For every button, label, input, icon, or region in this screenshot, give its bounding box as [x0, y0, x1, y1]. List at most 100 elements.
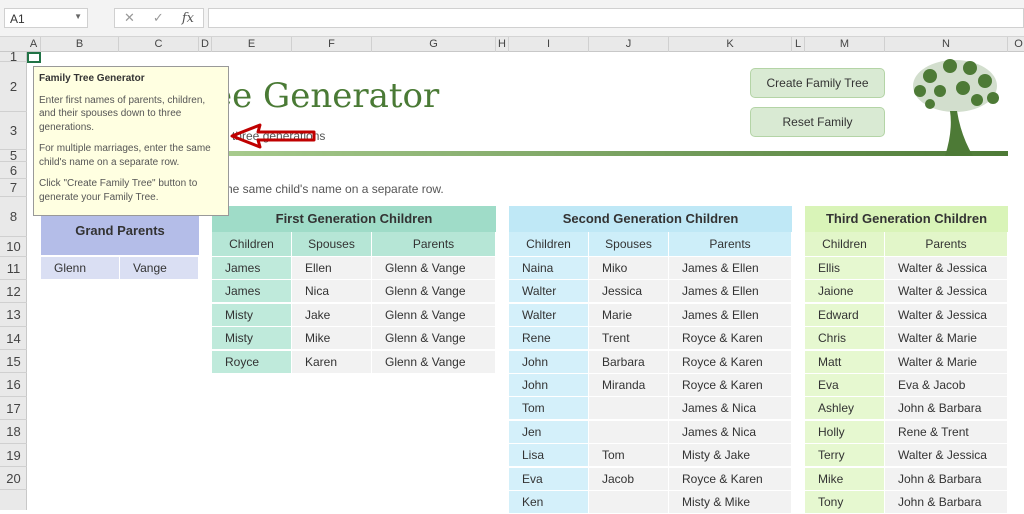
gen1-cell: James: [212, 257, 292, 280]
column-header-C[interactable]: C: [119, 37, 199, 52]
gen1-title: First Generation Children: [212, 206, 496, 232]
reset-family-button[interactable]: Reset Family: [750, 107, 885, 137]
gen3-cell: Walter & Jessica: [885, 257, 1008, 280]
gen3-cell: Ashley: [805, 397, 885, 421]
column-header-K[interactable]: K: [669, 37, 792, 52]
gen3-column-header: Children: [805, 232, 885, 256]
gen1-column-header: Spouses: [292, 232, 372, 256]
gen2-cell: Royce & Karen: [669, 327, 792, 351]
chevron-down-icon[interactable]: ▼: [74, 12, 82, 21]
row-header-8[interactable]: 8: [0, 197, 27, 237]
row-header-1[interactable]: 1: [0, 50, 27, 63]
gen3-cell: Jaione: [805, 280, 885, 304]
gen3-cell: Walter & Jessica: [885, 444, 1008, 468]
gen2-cell: Naina: [509, 257, 589, 280]
row-headers: 1 2 3 5 6 7 8 10 11 12 13 14 15 16 17 18 19 20: [0, 50, 27, 510]
gen1-cell: Mike: [292, 327, 372, 351]
column-header-E[interactable]: E: [212, 37, 292, 52]
gen2-cell: Jacob: [589, 467, 669, 491]
column-header-F[interactable]: F: [292, 37, 372, 52]
column-header-D[interactable]: D: [199, 37, 212, 52]
column-header-H[interactable]: H: [496, 37, 509, 52]
gen2-cell: James & Ellen: [669, 303, 792, 327]
create-family-tree-button[interactable]: Create Family Tree: [750, 68, 885, 98]
gen3-cell: Ellis: [805, 257, 885, 280]
gen1-cell: Glenn & Vange: [372, 303, 496, 327]
gen3-cell: Eva & Jacob: [885, 374, 1008, 397]
cancel-icon[interactable]: ✕: [124, 10, 135, 26]
gen1-column-header: Children: [212, 232, 292, 256]
formula-input[interactable]: [208, 8, 1024, 28]
row-header-16[interactable]: 16: [0, 373, 27, 397]
gen2-cell: Royce & Karen: [669, 350, 792, 374]
row-header-11[interactable]: 11: [0, 257, 27, 280]
row-header-10[interactable]: 10: [0, 237, 27, 257]
gen1-cell: Misty: [212, 327, 292, 351]
gen2-cell: Walter: [509, 303, 589, 327]
gen2-cell: Misty & Mike: [669, 491, 792, 514]
tree-logo-icon: [913, 59, 999, 156]
row-header-6[interactable]: 6: [0, 162, 27, 179]
row-header-2[interactable]: 2: [0, 62, 27, 112]
column-header-B[interactable]: B: [41, 37, 119, 52]
instruction-text: he same child's name on a separate row.: [226, 182, 444, 196]
check-icon[interactable]: ✓: [153, 10, 164, 26]
column-header-J[interactable]: J: [589, 37, 669, 52]
column-header-O[interactable]: O: [1008, 37, 1024, 52]
grand-parents-cell: Glenn: [41, 257, 120, 280]
row-header-15[interactable]: 15: [0, 350, 27, 373]
gen2-cell: Royce & Karen: [669, 467, 792, 491]
gen3-cell: John & Barbara: [885, 397, 1008, 421]
fx-icon[interactable]: fx: [182, 11, 194, 26]
row-header-7[interactable]: 7: [0, 179, 27, 197]
gen2-cell: James & Ellen: [669, 280, 792, 304]
gen3-cell: Tony: [805, 491, 885, 514]
gen2-cell: Tom: [509, 397, 589, 421]
comment-tooltip: Family Tree Generator Enter first names …: [33, 66, 229, 216]
column-header-A[interactable]: A: [27, 37, 41, 52]
formula-bar: A1 ▼ ✕ ✓ fx: [0, 0, 1024, 37]
gen2-cell: Ken: [509, 491, 589, 514]
row-header-20[interactable]: 20: [0, 467, 27, 490]
tooltip-text: For multiple marriages, enter the same c…: [39, 143, 211, 168]
gen2-cell: Misty & Jake: [669, 444, 792, 468]
row-header-19[interactable]: 19: [0, 444, 27, 467]
column-header-I[interactable]: I: [509, 37, 589, 52]
gen3-cell: Walter & Marie: [885, 350, 1008, 374]
row-header-13[interactable]: 13: [0, 303, 27, 327]
column-headers: ABCDEFGHIJKLMNO: [0, 37, 1024, 52]
row-header-3[interactable]: 3: [0, 112, 27, 150]
gen1-cell: Glenn & Vange: [372, 257, 496, 280]
gen1-cell: Glenn & Vange: [372, 350, 496, 374]
gen2-cell: Miranda: [589, 374, 669, 397]
gen3-cell: John & Barbara: [885, 491, 1008, 514]
gen3-cell: Mike: [805, 467, 885, 491]
gen2-cell: [589, 397, 669, 421]
column-header-M[interactable]: M: [805, 37, 885, 52]
row-header-17[interactable]: 17: [0, 397, 27, 420]
gen3-cell: Edward: [805, 303, 885, 327]
tooltip-text: Click "Create Family Tree" button to gen…: [39, 178, 198, 203]
row-header-14[interactable]: 14: [0, 327, 27, 350]
row-header-18[interactable]: 18: [0, 420, 27, 444]
row-header-5[interactable]: 5: [0, 149, 27, 162]
gen3-cell: Walter & Jessica: [885, 280, 1008, 304]
column-header-L[interactable]: L: [792, 37, 805, 52]
gen2-cell: Trent: [589, 327, 669, 351]
gen3-cell: Chris: [805, 327, 885, 351]
selected-cell-a1[interactable]: [27, 52, 41, 63]
gen1-cell: James: [212, 280, 292, 304]
gen2-cell: Tom: [589, 444, 669, 468]
gen2-cell: Rene: [509, 327, 589, 351]
tooltip-text: Enter first names of parents, children, …: [39, 94, 206, 133]
gen2-cell: Royce & Karen: [669, 374, 792, 397]
column-header-G[interactable]: G: [372, 37, 496, 52]
row-header-12[interactable]: 12: [0, 280, 27, 303]
gen3-cell: John & Barbara: [885, 467, 1008, 491]
gen3-cell: Matt: [805, 350, 885, 374]
gen3-cell: Walter & Jessica: [885, 303, 1008, 327]
name-box[interactable]: A1 ▼: [4, 8, 88, 28]
column-header-N[interactable]: N: [885, 37, 1008, 52]
gen2-column-header: Children: [509, 232, 589, 256]
gen2-cell: Lisa: [509, 444, 589, 468]
